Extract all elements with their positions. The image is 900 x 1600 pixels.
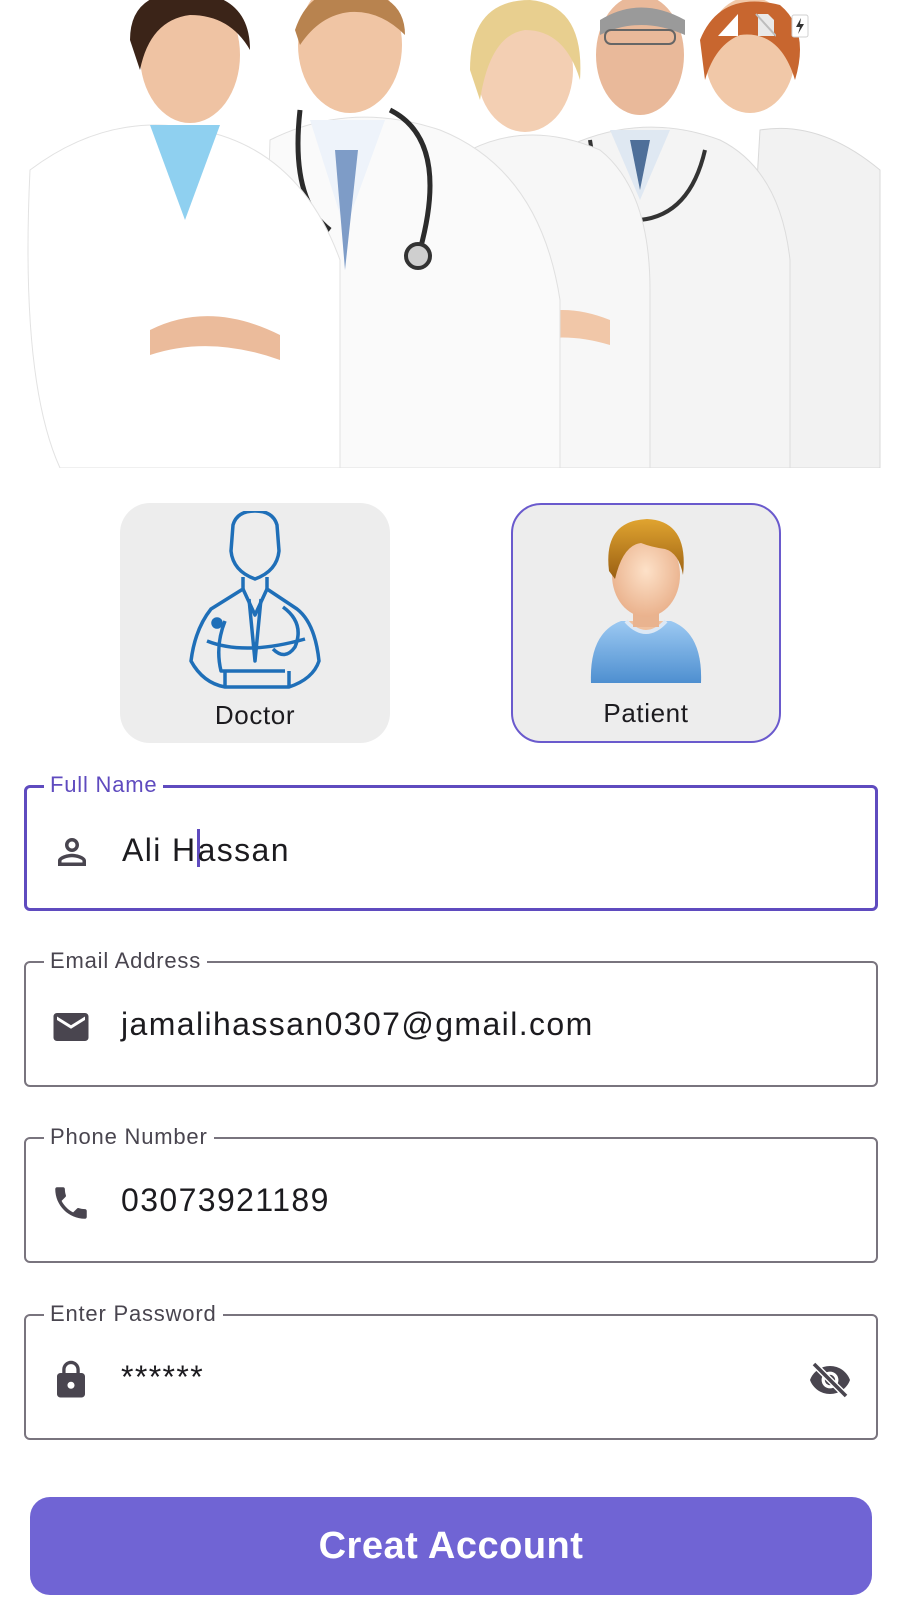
full-name-label: Full Name bbox=[44, 772, 164, 798]
phone-label: Phone Number bbox=[44, 1124, 214, 1150]
email-input[interactable]: jamalihassan0307@gmail.com bbox=[121, 1004, 594, 1044]
create-account-button[interactable]: Creat Account bbox=[30, 1497, 872, 1595]
lock-icon bbox=[50, 1359, 92, 1401]
signal-icon bbox=[716, 12, 740, 38]
phone-icon bbox=[50, 1182, 92, 1224]
no-sim-icon bbox=[754, 12, 776, 38]
doctor-icon bbox=[185, 509, 325, 696]
password-input[interactable]: ****** bbox=[121, 1357, 204, 1397]
role-card-patient[interactable]: Patient bbox=[511, 503, 781, 743]
role-card-doctor[interactable]: Doctor bbox=[120, 503, 390, 743]
patient-avatar-icon bbox=[581, 513, 711, 693]
hero-doctors-photo bbox=[0, 0, 900, 468]
phone-field[interactable]: Phone Number 03073921189 bbox=[24, 1124, 878, 1263]
visibility-off-icon[interactable] bbox=[804, 1360, 856, 1400]
email-field[interactable]: Email Address jamalihassan0307@gmail.com bbox=[24, 948, 878, 1087]
password-label: Enter Password bbox=[44, 1301, 223, 1327]
status-bar bbox=[716, 12, 810, 38]
battery-charging-icon bbox=[790, 12, 810, 38]
person-icon bbox=[51, 831, 93, 873]
full-name-field[interactable]: Full Name Ali Hassan bbox=[24, 772, 878, 911]
phone-input[interactable]: 03073921189 bbox=[121, 1180, 330, 1220]
email-label: Email Address bbox=[44, 948, 208, 974]
password-field[interactable]: Enter Password ****** bbox=[24, 1301, 878, 1440]
full-name-input[interactable]: Ali Hassan bbox=[122, 829, 290, 870]
mail-icon bbox=[50, 1006, 92, 1048]
role-label-doctor: Doctor bbox=[214, 700, 296, 730]
role-label-patient: Patient bbox=[603, 698, 689, 728]
